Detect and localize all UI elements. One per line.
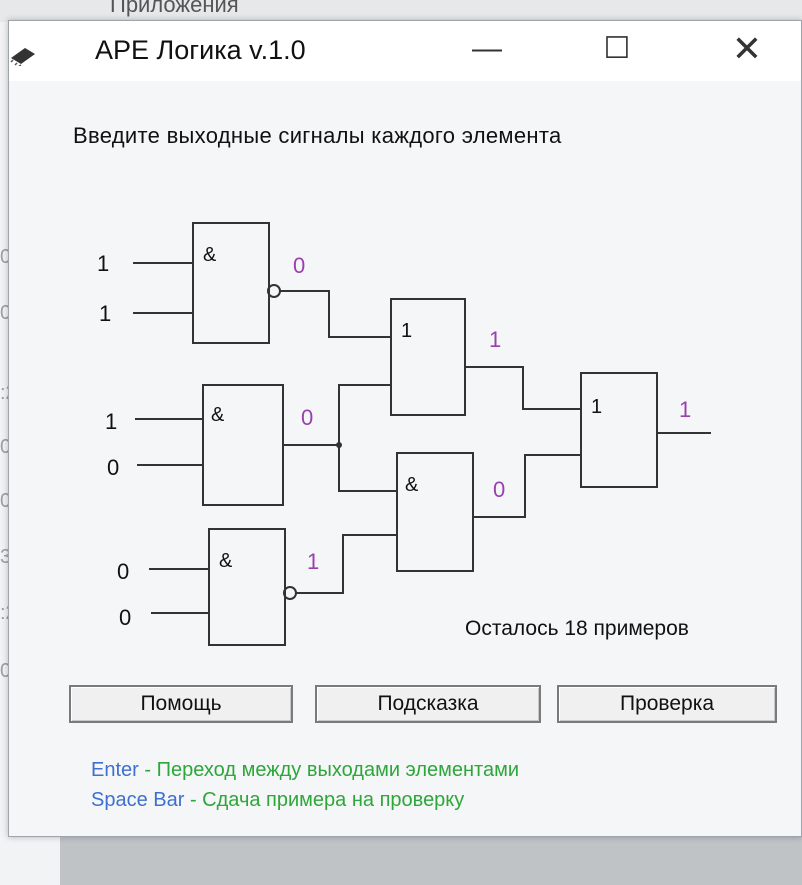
gate-output-value[interactable]: 0 — [301, 405, 313, 430]
gate-symbol: 1 — [401, 320, 412, 342]
key-description: - Переход между выходами элементами — [138, 759, 520, 781]
input-label: 1 — [99, 301, 111, 326]
input-label: 1 — [97, 251, 109, 276]
gate-and-1 — [192, 222, 270, 344]
gate-symbol: & — [211, 404, 225, 426]
key-description: - Сдача примера на проверку — [184, 789, 465, 811]
gate-or-6 — [580, 372, 658, 488]
background-top-bar: Приложения — [0, 0, 802, 22]
gate-symbol: & — [405, 474, 419, 496]
gate-output-value[interactable]: 1 — [679, 397, 691, 422]
check-button[interactable]: Проверка — [557, 685, 777, 723]
gate-and-3 — [208, 528, 286, 646]
input-label: 0 — [107, 455, 119, 480]
gate-and-5 — [396, 452, 474, 572]
gate-symbol: & — [219, 550, 233, 572]
gate-output-value[interactable]: 0 — [493, 477, 505, 502]
hint-line-enter: Enter - Переход между выходами элементам… — [91, 759, 519, 782]
gate-output-value[interactable]: 1 — [307, 549, 319, 574]
hint-line-space: Space Bar - Сдача примера на проверку — [91, 789, 464, 812]
input-label: 0 — [119, 605, 131, 630]
gate-symbol: & — [203, 244, 217, 266]
junction-dot — [336, 442, 342, 448]
gate-output-value[interactable]: 0 — [293, 253, 305, 278]
logic-circuit-diagram: 1 1 1 0 0 0 & & & 1 & 1 0 0 1 1 0 1 — [97, 222, 711, 646]
gate-symbol: 1 — [591, 396, 602, 418]
input-label: 0 — [117, 559, 129, 584]
help-button[interactable]: Помощь — [69, 685, 293, 723]
gate-output-value[interactable]: 1 — [489, 327, 501, 352]
key-label: Space Bar — [91, 789, 185, 811]
remaining-count-text: Осталось 18 примеров — [465, 617, 689, 640]
key-label: Enter — [91, 759, 139, 781]
gate-or-4 — [390, 298, 466, 416]
gate-and-2 — [202, 384, 284, 506]
background-menu-text: Приложения — [110, 0, 239, 17]
input-label: 1 — [105, 409, 117, 434]
app-window: АРЕ Логика v.1.0 — ☐ ✕ Введите выходные … — [8, 20, 802, 837]
hint-button[interactable]: Подсказка — [315, 685, 541, 723]
